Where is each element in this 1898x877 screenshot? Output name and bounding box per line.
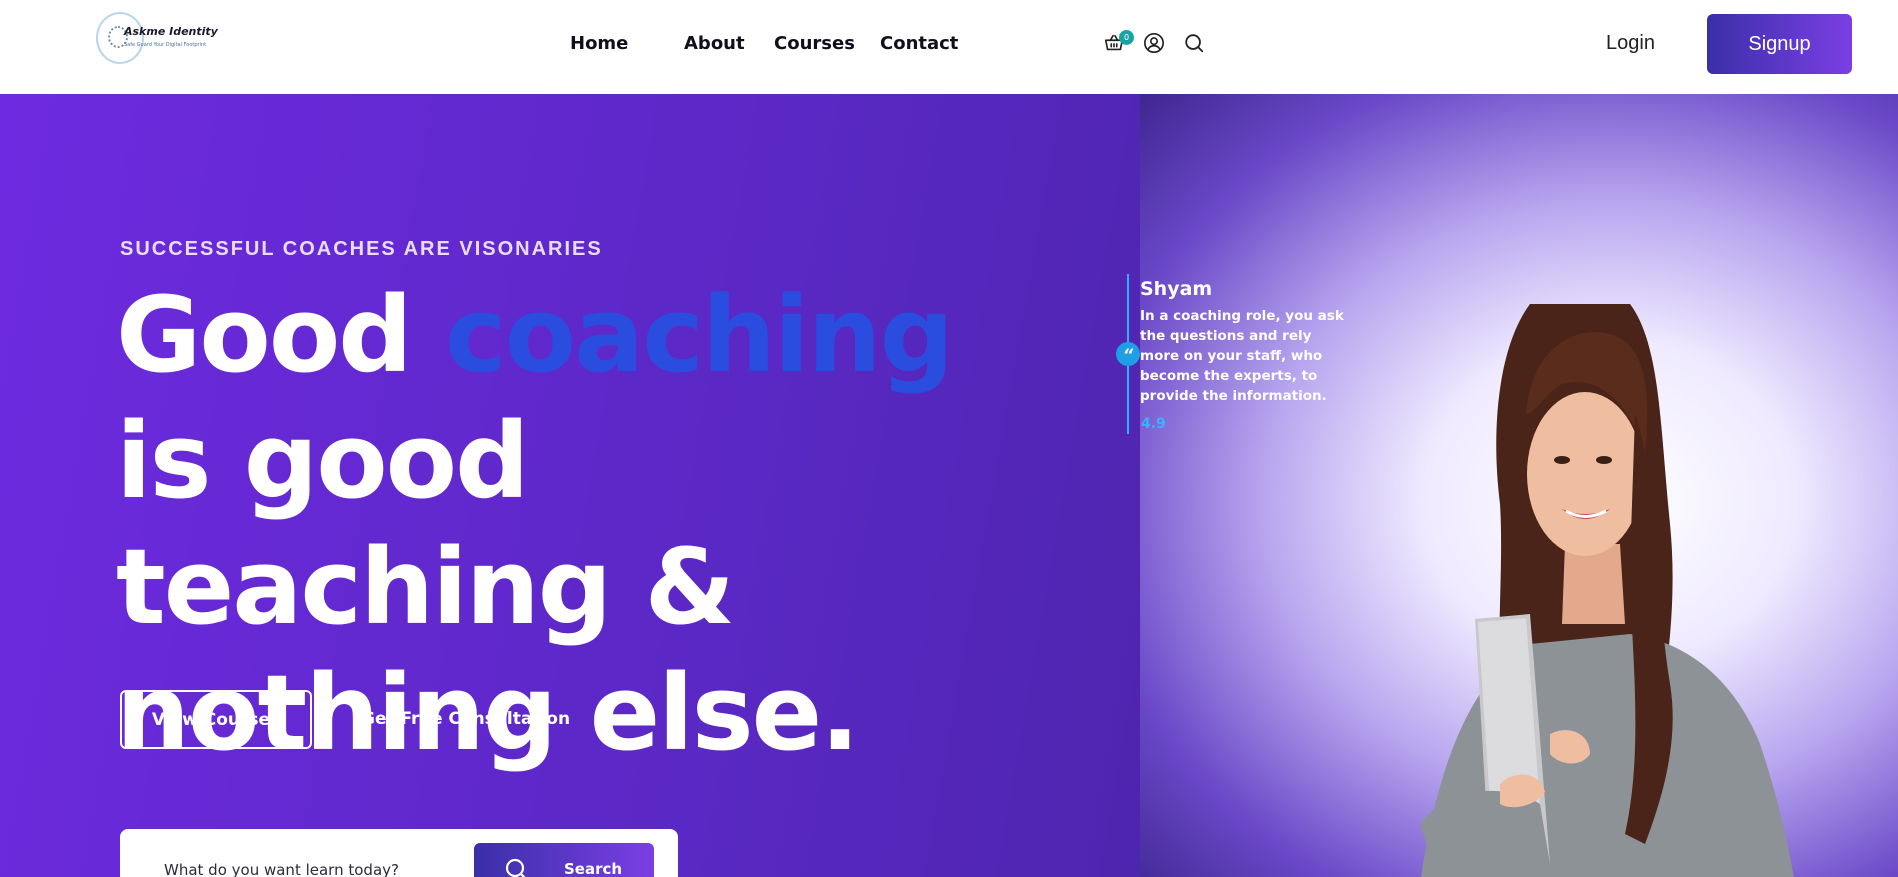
testimonial-name: Shyam (1140, 278, 1213, 300)
site-header: Askme Identity Safe Guard Your Digital F… (0, 0, 1898, 94)
free-consultation-link[interactable]: Get Free Consultation (361, 709, 570, 729)
logo-title: Askme Identity (124, 25, 218, 38)
testimonial-text: In a coaching role, you ask the question… (1140, 308, 1344, 404)
account-button[interactable] (1143, 32, 1169, 58)
course-search-button[interactable]: Search (474, 843, 654, 877)
headline-accent-word: coaching (444, 274, 954, 396)
headline-pre: Good (116, 274, 445, 396)
nav-courses[interactable]: Courses (774, 33, 855, 54)
search-button-label: Search (564, 860, 623, 877)
logo-tagline: Safe Guard Your Digital Footprint (124, 42, 207, 48)
header-search-button[interactable] (1183, 32, 1209, 58)
site-logo[interactable]: Askme Identity Safe Guard Your Digital F… (96, 12, 218, 64)
view-courses-button[interactable]: View Courses (120, 690, 312, 749)
nav-home[interactable]: Home (570, 33, 628, 54)
search-icon (1185, 34, 1204, 53)
quote-icon: “ (1116, 342, 1140, 366)
hero-kicker: SUCCESSFUL COACHES ARE VISONARIES (120, 238, 603, 260)
cart-button[interactable]: 0 (1103, 30, 1134, 58)
course-search-input[interactable]: What do you want learn today? (164, 861, 399, 877)
hero-section: SUCCESSFUL COACHES ARE VISONARIES Good c… (0, 94, 1898, 877)
search-icon (505, 858, 526, 877)
testimonial-rating: 4.9 (1141, 416, 1166, 432)
course-search-card: What do you want learn today? Search (120, 829, 678, 877)
signup-button[interactable]: Signup (1707, 14, 1852, 74)
woman-with-laptop-image (1420, 304, 1794, 877)
cart-count-badge: 0 (1119, 30, 1134, 45)
login-link[interactable]: Login (1606, 32, 1655, 55)
nav-contact[interactable]: Contact (880, 33, 958, 54)
user-icon (1144, 33, 1164, 53)
nav-about[interactable]: About (684, 33, 745, 54)
